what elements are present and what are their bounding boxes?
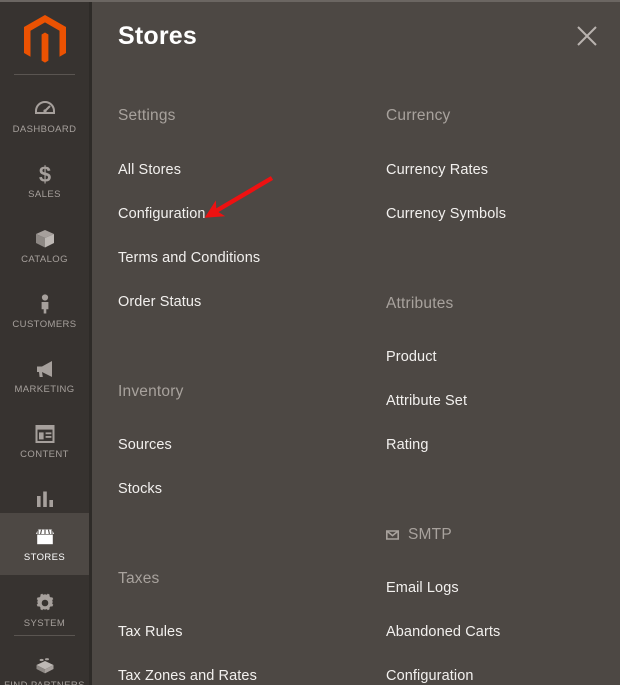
menu-item-terms-and-conditions[interactable]: Terms and Conditions xyxy=(118,250,260,266)
sidebar-item-label: MARKETING xyxy=(14,384,75,395)
sidebar-item-label: SALES xyxy=(28,189,61,200)
megaphone-icon xyxy=(33,357,57,381)
menu-item-tax-rules[interactable]: Tax Rules xyxy=(118,624,183,640)
sidebar-bottom-divider xyxy=(14,635,75,636)
dollar-sign-icon: $ xyxy=(33,162,57,186)
layout-page-icon xyxy=(33,422,57,446)
menu-item-sources[interactable]: Sources xyxy=(118,437,172,453)
sidebar-item-stores[interactable]: STORES xyxy=(0,513,89,575)
sidebar-item-label: CUSTOMERS xyxy=(12,319,77,330)
menu-item-email-logs[interactable]: Email Logs xyxy=(386,580,459,596)
sidebar-item-customers[interactable]: CUSTOMERS xyxy=(0,281,89,341)
sidebar-item-system[interactable]: SYSTEM xyxy=(0,580,89,640)
group-title-label: SMTP xyxy=(408,526,452,543)
close-icon[interactable] xyxy=(573,22,601,50)
sidebar-item-label: STORES xyxy=(23,552,66,563)
page-title: Stores xyxy=(118,22,198,50)
dashboard-gauge-icon xyxy=(33,97,57,121)
sidebar-item-sales[interactable]: $ SALES xyxy=(0,151,89,211)
menu-item-tax-zones-and-rates[interactable]: Tax Zones and Rates xyxy=(118,668,257,684)
menu-item-order-status[interactable]: Order Status xyxy=(118,294,201,310)
admin-sidebar: DASHBOARD $ SALES CATALOG CUSTOMERS MARK… xyxy=(0,2,89,685)
group-title-attributes: Attributes xyxy=(386,295,454,312)
sidebar-item-label: SYSTEM xyxy=(23,618,66,629)
stores-menu-screen: DASHBOARD $ SALES CATALOG CUSTOMERS MARK… xyxy=(0,0,620,685)
menu-item-configuration[interactable]: Configuration xyxy=(118,206,206,222)
group-title-smtp: SMTP xyxy=(386,526,452,544)
sidebar-item-find-partners[interactable]: FIND PARTNERS xyxy=(0,642,89,685)
sidebar-item-catalog[interactable]: CATALOG xyxy=(0,216,89,276)
menu-item-smtp-configuration[interactable]: Configuration xyxy=(386,668,474,684)
sidebar-item-dashboard[interactable]: DASHBOARD xyxy=(0,86,89,146)
menu-item-currency-symbols[interactable]: Currency Symbols xyxy=(386,206,506,222)
menu-item-all-stores[interactable]: All Stores xyxy=(118,162,181,178)
gear-icon xyxy=(33,591,57,615)
menu-item-currency-rates[interactable]: Currency Rates xyxy=(386,162,488,178)
sidebar-item-content[interactable]: CONTENT xyxy=(0,411,89,471)
sidebar-item-label: DASHBOARD xyxy=(12,124,77,135)
mail-envelope-icon xyxy=(386,530,399,540)
group-title-settings: Settings xyxy=(118,107,176,124)
sidebar-item-label: FIND PARTNERS xyxy=(4,680,85,685)
svg-text:$: $ xyxy=(38,162,50,186)
lego-brick-icon xyxy=(33,653,57,677)
person-icon xyxy=(33,292,57,316)
magento-logo-icon[interactable] xyxy=(0,8,89,72)
menu-item-stocks[interactable]: Stocks xyxy=(118,481,162,497)
menu-item-product[interactable]: Product xyxy=(386,349,437,365)
sidebar-item-marketing[interactable]: MARKETING xyxy=(0,346,89,406)
menu-item-attribute-set[interactable]: Attribute Set xyxy=(386,393,467,409)
bar-chart-icon xyxy=(33,487,57,511)
group-title-taxes: Taxes xyxy=(118,570,160,587)
sidebar-logo-divider xyxy=(14,74,75,75)
menu-item-rating[interactable]: Rating xyxy=(386,437,429,453)
group-title-currency: Currency xyxy=(386,107,451,124)
stores-menu-panel: Stores Settings All Stores Configuration… xyxy=(92,2,620,685)
menu-item-abandoned-carts[interactable]: Abandoned Carts xyxy=(386,624,500,640)
sidebar-item-label: CONTENT xyxy=(20,449,69,460)
box-icon xyxy=(33,227,57,251)
sidebar-item-label: CATALOG xyxy=(21,254,68,265)
storefront-icon xyxy=(33,525,57,549)
group-title-inventory: Inventory xyxy=(118,383,184,400)
